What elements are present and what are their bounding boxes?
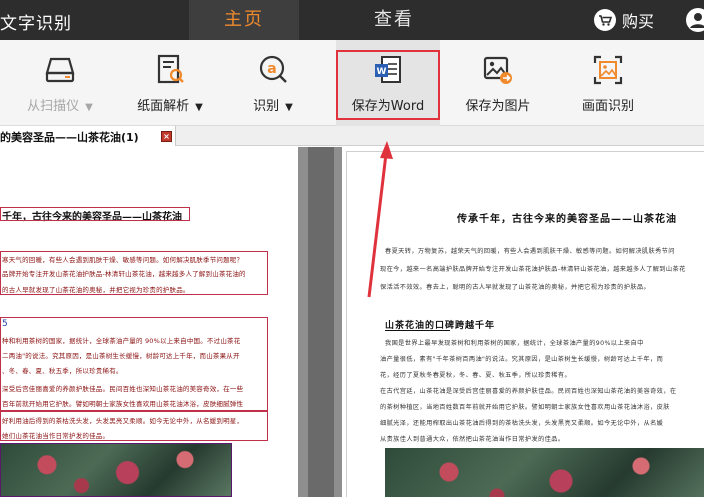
from-scanner-button[interactable]: 从扫描仪 ▼ [8,40,112,126]
document-tab-strip: 的美容圣品——山茶花油(1) × [0,126,704,146]
pane-splitter[interactable] [298,147,342,497]
tab-view[interactable]: 查看 [339,0,449,40]
recognize-button[interactable]: a 识别 ▼ [228,40,318,126]
save-as-image-button[interactable]: 保存为图片 [446,40,550,126]
left-p2-line: 二两油"的说法。究其原因，是山茶树生长缓慢，树龄可达上千年，而山茶果从开 [2,352,240,360]
app-title: 文字识别 [0,14,72,34]
left-p2-line: 她们山茶花油当作日常护发的佳品。 [2,432,110,440]
left-camellia-photo [0,443,232,497]
tab-home[interactable]: 主页 [189,0,299,40]
screen-recognition-button[interactable]: 画面识别 [556,40,660,126]
source-image-pane[interactable]: 千年，古往今来的美容圣品——山茶花油 寒天气的回暖，有些人会遇到肌肤干燥、敏感等… [0,147,298,497]
right-p2-line: 油产量很低，素有"千年茶树百两油"的说法。究其原因，是山茶树生长缓慢，树龄可达上… [380,356,664,363]
screen-capture-icon [591,53,625,87]
left-p2-line: 、冬、春、夏、秋五季，所以珍贵稀有。 [2,367,123,375]
left-p1-line: 的古人早就发现了山茶花油的奥秘，并把它视为珍贵的护肤品。 [2,286,190,294]
image-export-icon [481,53,515,87]
paper-analysis-button[interactable]: 纸面解析 ▼ [118,40,222,126]
dropdown-caret-icon: ▼ [195,102,203,113]
left-title-box [0,207,190,221]
highlight-box [336,50,440,120]
document-tab-label: 的美容圣品——山茶花油(1) [0,131,139,144]
close-tab-icon[interactable]: × [161,131,172,142]
left-p2-line: 好利用油后得到的茶枯洗头发，头发黑亮又柔顺。如今无论中外，从名媛到明星， [2,417,244,425]
save-as-image-label: 保存为图片 [465,99,531,114]
scanner-icon [43,53,77,87]
left-p2-line: 百年前就开始用它护肤。譬如明朝士家族女性喜欢用山茶花油沐浴，皮肤细腻弹性 [2,400,244,408]
left-p2-line: 深受后宫佳丽喜爱的养颜护肤佳品。民间百姓也深知山茶花油的美容奇效，在一些 [2,385,244,393]
svg-text:a: a [267,61,276,77]
right-p1-line: 现在今，越来一名高端护肤品牌开始专注开发山茶花油护肤品-林清轩山茶花油，越来越多… [380,266,686,273]
result-pane[interactable]: 传承千年，古往今来的美容圣品——山茶花油 春夏天转，万物复苏，越荣天气的回暖，有… [342,147,704,497]
paper-analysis-label: 纸面解析 [137,99,190,114]
buy-button[interactable]: 购买 [594,8,654,32]
right-p2-line: 我国是世界上最早发现茶树和利用茶树的国家，据统计，全球茶油产量的90%以上来自中 [385,340,644,347]
right-doc-title: 传承千年，古往今来的美容圣品——山茶花油 [457,214,677,225]
right-camellia-photo [385,448,704,497]
from-scanner-label: 从扫描仪 [27,99,80,114]
subtitle-underline [385,330,450,331]
right-p2-line: 花，经历了夏秋冬春夏秋，冬、春、夏、秋五季，所以珍贵稀有。 [380,372,572,379]
title-bar: 文字识别 主页 查看 购买 [0,0,704,40]
recognize-label: 识别 [253,99,280,114]
right-p2-line: 细腻光泽，还能用榨取出山茶花油后得到的茶枯洗头发，头发黑亮又柔顺。如今无论中外，… [380,420,664,427]
document-tab[interactable]: 的美容圣品——山茶花油(1) × [0,126,176,146]
left-p2-line: 种和利用茶树的国家，据统计，全球茶油产量的 90%以上来自中国。不过山茶花 [2,337,241,345]
right-p1-line: 保活活不效效。春去上，聪明的古人早就发现了山茶花油的奥秘，并把它视为珍贵的护肤品… [380,284,651,291]
left-paragraph-box-2 [0,317,268,411]
cart-icon [594,9,616,31]
ocr-a-icon: a [256,53,290,87]
user-icon[interactable] [686,8,704,32]
document-search-icon [153,53,187,87]
left-p1-line: 品牌开始专注开发山茶花油护肤品-林清轩山茶花油，越来越多人了解到山茶花油的 [2,270,246,278]
screen-recognition-label: 画面识别 [581,99,634,114]
dropdown-caret-icon: ▼ [285,102,293,113]
left-p1-line: 寒天气的回暖，有些人会遇到肌肤干燥、敏感等问题。如何解决肌肤季节问题呢？ [2,256,244,264]
result-page: 传承千年，古往今来的美容圣品——山茶花油 春夏天转，万物复苏，越荣天气的回暖，有… [346,151,704,497]
right-p2-line: 的茶树种植区，当地百姓数百年前就开始用它护肤。譬如明朝士家族女性喜欢用山茶花油沐… [380,404,670,411]
right-p1-line: 春夏天转，万物复苏，越荣天气的回暖，有些人会遇到肌肤干燥、敏感等问题。如何解决肌… [385,248,675,255]
right-p2-line: 从贵族佳人到普通大众，依然把山茶花油当作日常护发的佳品。 [380,436,565,443]
buy-label: 购买 [622,12,655,31]
right-p2-line: 在古代宫廷，山茶花油是深受后宫佳丽喜爱的养颜护肤佳品。民间百姓也深知山茶花油的美… [380,388,677,395]
dropdown-caret-icon: ▼ [85,102,93,113]
